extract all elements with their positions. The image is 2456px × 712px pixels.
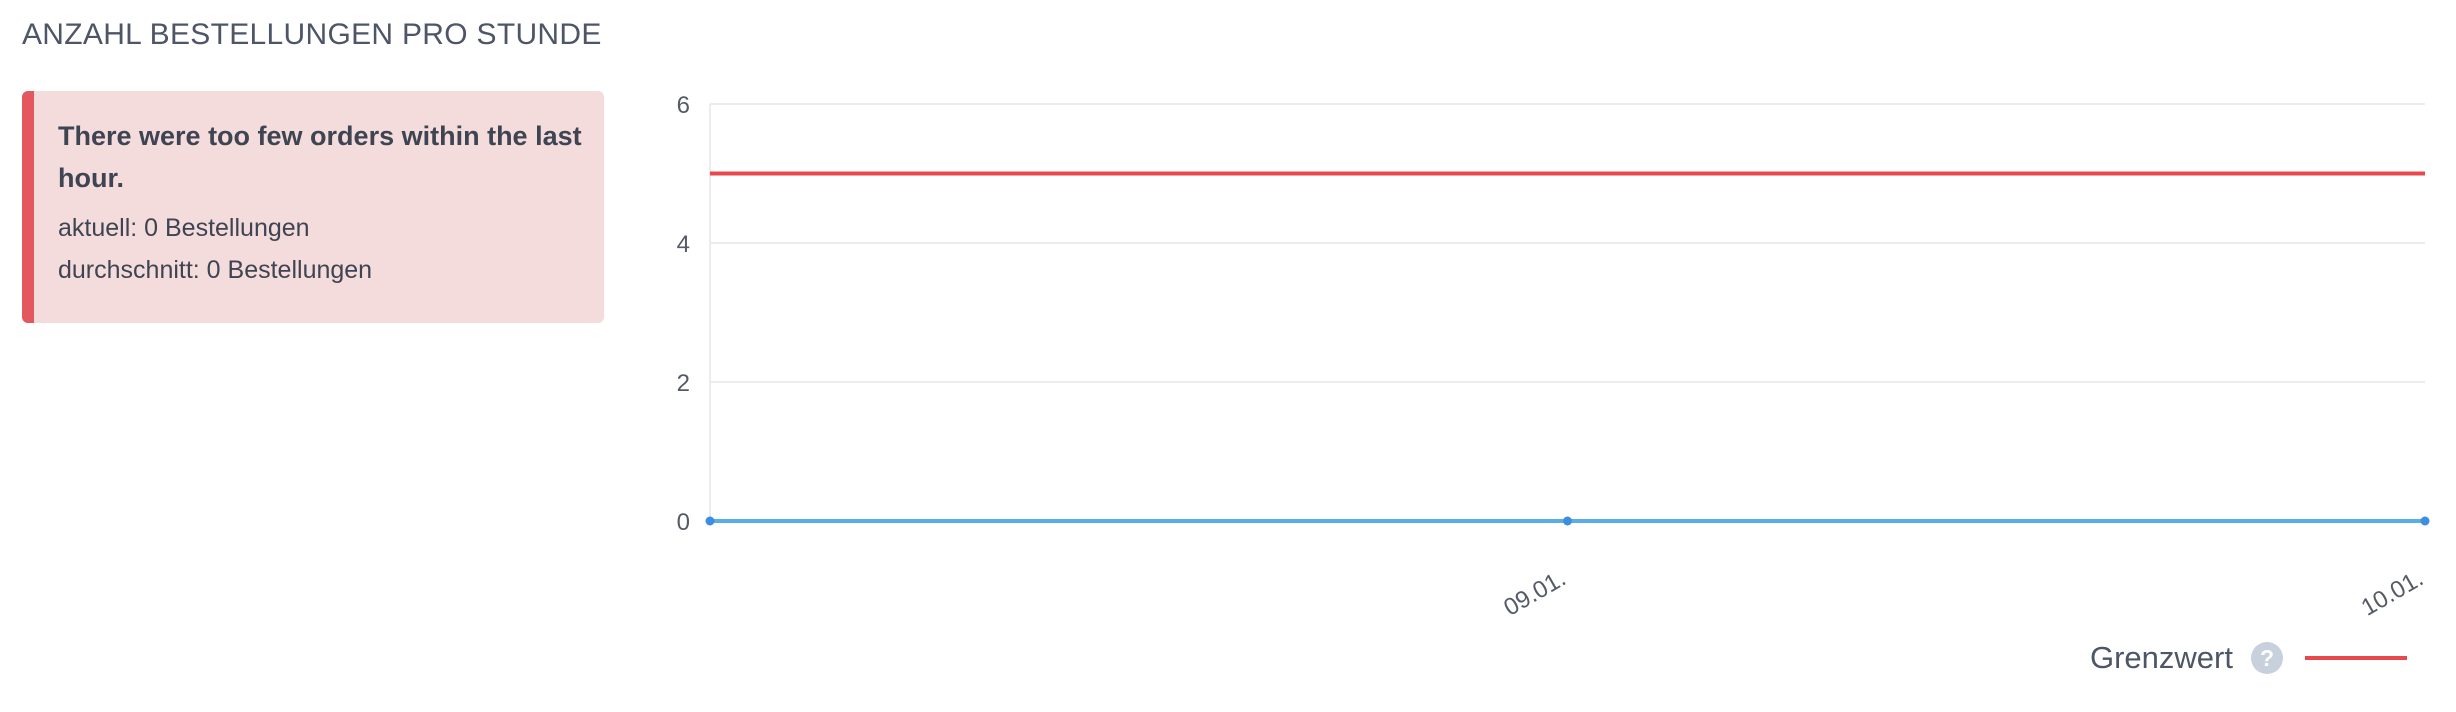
orders-line-chart: 0 2 4 6 09.01. 10.01. xyxy=(677,92,2430,622)
y-tick-label: 6 xyxy=(677,92,690,119)
legend-swatch-grenzwert xyxy=(2304,656,2407,660)
series-point xyxy=(1563,516,1572,526)
series-point xyxy=(705,516,715,526)
question-circle-icon[interactable]: ? xyxy=(2250,642,2283,674)
legend: Grenzwert ? xyxy=(2090,640,2407,676)
legend-label-grenzwert: Grenzwert xyxy=(2090,640,2233,675)
y-tick-label: 2 xyxy=(677,370,690,397)
x-tick-label: 09.01. xyxy=(1499,565,1570,622)
series-point xyxy=(2420,516,2430,526)
y-tick-label: 0 xyxy=(677,509,690,536)
x-tick-label: 10.01. xyxy=(2357,565,2428,622)
y-tick-label: 4 xyxy=(677,231,690,258)
